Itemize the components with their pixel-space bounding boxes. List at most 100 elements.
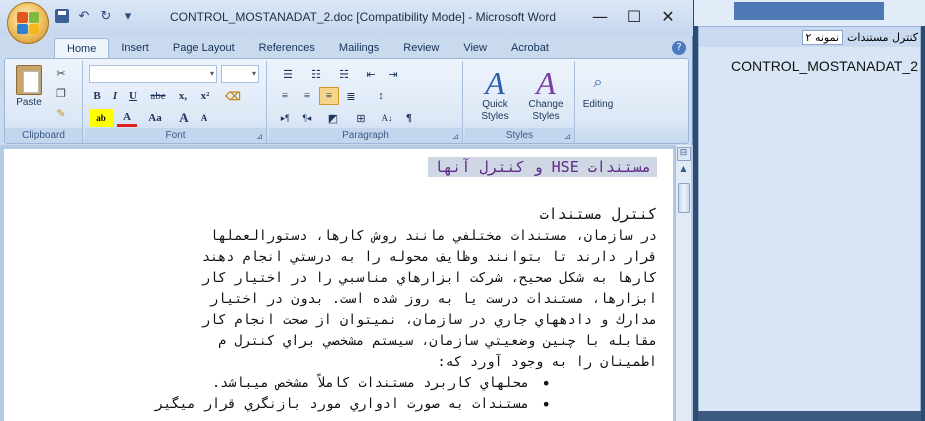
quick-styles-icon: A — [485, 65, 505, 101]
document-heading: مستندات HSE و کنترل آنها — [428, 157, 657, 177]
sort-icon[interactable]: A↓ — [377, 109, 397, 127]
title-bar: ↶ ↻ ▾ CONTROL_MOSTANADAT_2.doc [Compatib… — [0, 0, 693, 44]
tab-acrobat[interactable]: Acrobat — [499, 38, 561, 58]
tab-view[interactable]: View — [451, 38, 499, 58]
increase-indent-icon[interactable]: ⇥ — [383, 65, 403, 83]
file-list-panel: کنترل مستندات نمونه ۲ CONTROL_MOSTANADAT… — [698, 26, 921, 421]
shrink-font-button[interactable]: A — [195, 109, 213, 127]
decrease-indent-icon[interactable]: ⇤ — [361, 65, 381, 83]
align-left-icon[interactable]: ≡ — [275, 87, 295, 105]
font-group: ▾ ▾ B I U abe x, x² ⌫ ab A Aa A A Font ⊿ — [85, 61, 267, 143]
strikethrough-button[interactable]: abe — [145, 87, 171, 105]
right-window-tab[interactable] — [734, 2, 884, 20]
ribbon: Paste ✂ ❐ ✎ Clipboard ▾ ▾ B I U abe x, x… — [4, 58, 689, 144]
tab-page-layout[interactable]: Page Layout — [161, 38, 247, 58]
justify-icon[interactable]: ≣ — [341, 87, 361, 105]
paragraph-dialog-launcher-icon[interactable]: ⊿ — [452, 132, 459, 141]
clear-formatting-icon[interactable]: ⌫ — [223, 87, 243, 105]
copy-icon[interactable]: ❐ — [53, 87, 69, 101]
font-dialog-launcher-icon[interactable]: ⊿ — [256, 132, 263, 141]
maximize-button[interactable]: ☐ — [617, 4, 651, 28]
bullets-icon[interactable]: ☰ — [275, 65, 301, 83]
italic-button[interactable]: I — [107, 87, 123, 105]
shading-icon[interactable]: ◩ — [321, 109, 345, 127]
document-page[interactable]: مستندات HSE و کنترل آنها کنترل مستندات د… — [4, 149, 673, 421]
search-highlight: نمونه ۲ — [801, 29, 844, 45]
file-list-item[interactable]: CONTROL_MOSTANADAT_2 — [699, 58, 918, 74]
change-styles-button[interactable]: A Change Styles — [521, 67, 571, 123]
document-area: مستندات HSE و کنترل آنها کنترل مستندات د… — [0, 145, 693, 421]
superscript-button[interactable]: x² — [195, 87, 215, 105]
line-spacing-icon[interactable]: ↕ — [369, 87, 393, 105]
scroll-thumb[interactable] — [677, 183, 690, 213]
bold-button[interactable]: B — [89, 87, 105, 105]
change-styles-label: Change Styles — [528, 99, 564, 122]
numbering-icon[interactable]: ☷ — [303, 65, 329, 83]
office-logo-icon — [17, 12, 39, 34]
bullet-item: محلهاي كاربرد مستندات كاملاً مشخص ميباشد… — [4, 373, 657, 394]
document-body: مستندات HSE و کنترل آنها کنترل مستندات د… — [4, 157, 657, 415]
change-case-button[interactable]: Aa — [141, 109, 169, 127]
highlight-color-button[interactable]: ab — [89, 109, 113, 127]
editing-group: ⌕ Editing — [577, 61, 617, 143]
redo-icon[interactable]: ↻ — [98, 8, 114, 24]
rtl-icon[interactable]: ¶◂ — [297, 109, 317, 127]
paragraph-line: كارها به شكل صحيح، شركت ابزارهاي مناسبي … — [201, 270, 657, 286]
paragraph-line: اطمينان را به وجود آورد كه: — [437, 354, 657, 370]
minimize-button[interactable]: — — [583, 4, 617, 28]
help-icon[interactable]: ? — [672, 41, 686, 55]
show-marks-icon[interactable]: ¶ — [399, 109, 419, 127]
right-window-bottom-strip — [698, 411, 921, 421]
align-right-icon[interactable]: ≡ — [319, 87, 339, 105]
paragraph-line: مقابله با چنين وضعيتي سازمان، سيستم مشخص… — [218, 333, 657, 349]
tab-home[interactable]: Home — [54, 38, 110, 58]
paragraph-line: مدارك و دادههاي جاري در سازمان، نميتوان … — [201, 312, 657, 328]
tab-insert[interactable]: Insert — [109, 38, 161, 58]
search-result-bar[interactable]: کنترل مستندات نمونه ۲ — [699, 27, 920, 47]
window-controls: — ☐ ✕ — [583, 4, 685, 28]
paste-button[interactable]: Paste — [11, 65, 47, 121]
clipboard-icon — [16, 65, 42, 95]
word-window: ↶ ↻ ▾ CONTROL_MOSTANADAT_2.doc [Compatib… — [0, 0, 693, 421]
vertical-scrollbar[interactable]: ⊟ ▲ — [675, 145, 691, 421]
ribbon-tabs: Home Insert Page Layout References Maili… — [54, 38, 561, 58]
clipboard-group-label: Clipboard — [5, 128, 82, 143]
borders-icon[interactable]: ⊞ — [349, 109, 373, 127]
right-side-window: کنترل مستندات نمونه ۲ CONTROL_MOSTANADAT… — [694, 0, 925, 421]
font-size-combo[interactable]: ▾ — [221, 65, 259, 83]
desktop: ↶ ↻ ▾ CONTROL_MOSTANADAT_2.doc [Compatib… — [0, 0, 925, 421]
font-color-button[interactable]: A — [117, 109, 137, 127]
align-center-icon[interactable]: ≡ — [297, 87, 317, 105]
multilevel-list-icon[interactable]: ☵ — [331, 65, 357, 83]
change-styles-icon: A — [536, 65, 556, 101]
view-ruler-icon[interactable]: ⊟ — [676, 147, 691, 161]
quick-styles-button[interactable]: A Quick Styles — [471, 67, 519, 123]
undo-icon[interactable]: ↶ — [76, 8, 92, 24]
grow-font-button[interactable]: A — [175, 109, 193, 127]
quick-access-toolbar: ↶ ↻ ▾ — [54, 8, 136, 24]
editing-button[interactable]: ⌕ Editing — [579, 67, 617, 111]
styles-group-label: Styles — [465, 128, 574, 143]
ltr-icon[interactable]: ▸¶ — [275, 109, 295, 127]
paragraph-line: ابزارها، مستندات درست يا به روز شده است.… — [209, 291, 657, 307]
tab-mailings[interactable]: Mailings — [327, 38, 391, 58]
subscript-button[interactable]: x, — [173, 87, 193, 105]
tab-review[interactable]: Review — [391, 38, 451, 58]
format-painter-icon[interactable]: ✎ — [53, 107, 69, 121]
customize-dropdown-icon[interactable]: ▾ — [120, 8, 136, 24]
styles-group: A Quick Styles A Change Styles Styles ⊿ — [465, 61, 575, 143]
close-button[interactable]: ✕ — [651, 4, 685, 28]
paste-label: Paste — [16, 97, 42, 108]
font-group-label: Font — [85, 128, 266, 143]
scroll-up-icon[interactable]: ▲ — [676, 164, 691, 173]
clipboard-group: Paste ✂ ❐ ✎ Clipboard — [5, 61, 83, 143]
underline-button[interactable]: U — [125, 87, 141, 105]
font-name-combo[interactable]: ▾ — [89, 65, 217, 83]
save-icon[interactable] — [54, 8, 70, 24]
search-label: کنترل مستندات — [847, 30, 918, 44]
tab-references[interactable]: References — [247, 38, 327, 58]
office-button[interactable] — [7, 2, 49, 44]
cut-icon[interactable]: ✂ — [53, 67, 69, 81]
find-icon: ⌕ — [593, 74, 603, 91]
styles-dialog-launcher-icon[interactable]: ⊿ — [564, 132, 571, 141]
